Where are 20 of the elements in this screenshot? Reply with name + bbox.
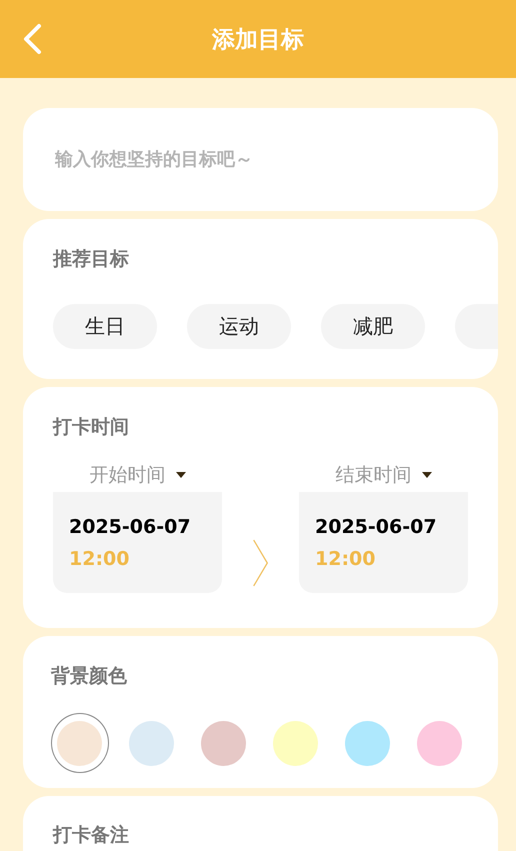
goal-input-field[interactable]: 输入你想坚持的目标吧～ bbox=[53, 148, 468, 171]
time-text: 12:00 bbox=[69, 548, 130, 570]
caret-icon bbox=[176, 472, 186, 478]
back-button[interactable] bbox=[22, 23, 42, 55]
date-text: 2025-06-07 bbox=[315, 516, 438, 538]
page-title: 添加目标 bbox=[212, 26, 304, 54]
section-title: 打卡时间 bbox=[53, 415, 130, 440]
section-title: 打卡备注 bbox=[53, 823, 130, 848]
time-box[interactable]: 2025-06-07 12:00 bbox=[53, 492, 222, 593]
recommend-chip[interactable]: 生日 bbox=[53, 304, 157, 349]
recommend-chip[interactable]: 运动 bbox=[187, 304, 291, 349]
color-swatch[interactable] bbox=[51, 713, 109, 773]
section-title: 推荐目标 bbox=[53, 247, 130, 272]
time-box[interactable]: 2025-06-07 12:00 bbox=[299, 492, 468, 593]
section-title: 背景颜色 bbox=[51, 664, 128, 689]
recommend-chip[interactable]: 减肥 bbox=[321, 304, 425, 349]
back-icon bbox=[22, 23, 42, 55]
date-text: 2025-06-07 bbox=[69, 516, 192, 538]
caret-icon bbox=[422, 472, 432, 478]
time-text: 12:00 bbox=[315, 548, 376, 570]
